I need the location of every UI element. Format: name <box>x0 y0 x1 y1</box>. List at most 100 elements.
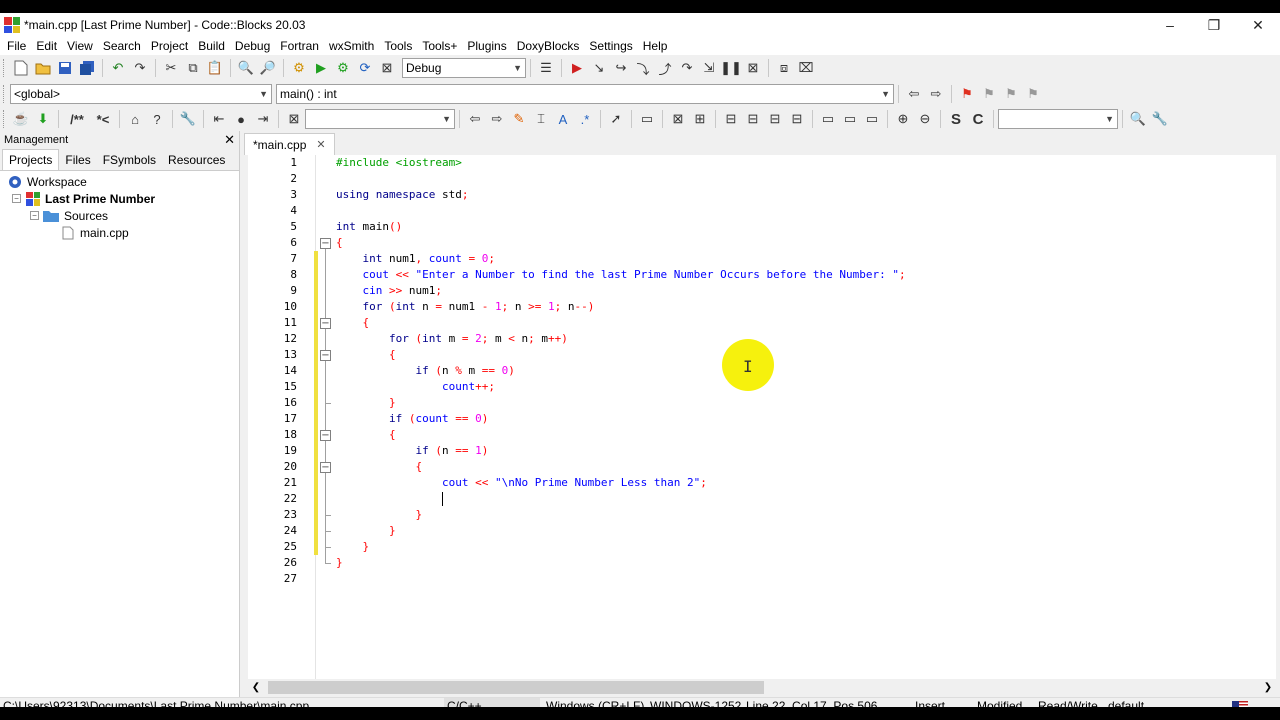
shape-e-icon[interactable]: ▭ <box>818 109 838 129</box>
search-next-icon[interactable]: ⇨ <box>487 109 507 129</box>
tab-projects[interactable]: Projects <box>2 149 60 170</box>
minimize-button[interactable]: – <box>1148 13 1192 37</box>
collapse-icon[interactable]: − <box>12 194 21 203</box>
nav-last-icon[interactable]: ⇥ <box>253 109 273 129</box>
menu-tools[interactable]: Tools <box>379 39 417 53</box>
nav-dot-icon[interactable]: ● <box>231 109 251 129</box>
run-icon[interactable]: ▶ <box>311 58 331 78</box>
menu-settings[interactable]: Settings <box>584 39 637 53</box>
s-tool-icon[interactable]: S <box>946 109 966 129</box>
save-all-icon[interactable] <box>77 58 97 78</box>
fold-toggle-icon[interactable]: − <box>320 350 331 361</box>
c-tool-icon[interactable]: C <box>968 109 988 129</box>
step-out-icon[interactable]: ⤴ <box>655 58 675 78</box>
redo-icon[interactable]: ↷ <box>130 58 150 78</box>
build-gear-icon[interactable]: ⚙ <box>289 58 309 78</box>
jump-forward-icon[interactable]: ⇨ <box>926 84 946 104</box>
block-comment-button[interactable]: /** <box>64 109 90 129</box>
abort-icon[interactable]: ⊠ <box>377 58 397 78</box>
extract-docs-icon[interactable]: ⬇ <box>33 109 53 129</box>
new-file-icon[interactable] <box>11 58 31 78</box>
scope-select[interactable]: <global> ▼ <box>10 84 272 104</box>
debug-start-icon[interactable]: ▶ <box>567 58 587 78</box>
tree-item-project[interactable]: − Last Prime Number <box>0 190 239 207</box>
shape-d-icon[interactable]: ⊟ <box>787 109 807 129</box>
horizontal-scrollbar[interactable]: ❮ ❯ <box>248 679 1276 695</box>
menu-plugins[interactable]: Plugins <box>462 39 511 53</box>
menu-edit[interactable]: Edit <box>31 39 62 53</box>
next-bookmark-icon[interactable]: ⚑ <box>1001 84 1021 104</box>
debug-windows-icon[interactable]: ⧈ <box>774 58 794 78</box>
undo-icon[interactable]: ↶ <box>108 58 128 78</box>
various-info-icon[interactable]: ⌧ <box>796 58 816 78</box>
break-debugger-icon[interactable]: ❚❚ <box>720 58 742 78</box>
menu-build[interactable]: Build <box>193 39 230 53</box>
next-instruction-icon[interactable]: ↷ <box>677 58 697 78</box>
maximize-button[interactable]: ❐ <box>1192 13 1236 37</box>
search-symbol-icon[interactable]: 🔍 <box>1128 109 1148 129</box>
tab-resources[interactable]: Resources <box>162 150 231 170</box>
search-prev-icon[interactable]: ⇦ <box>465 109 485 129</box>
step-into-icon[interactable]: ⤵ <box>633 58 653 78</box>
jump-back-icon[interactable]: ⇦ <box>904 84 924 104</box>
build-run-icon[interactable]: ⚙ <box>333 58 353 78</box>
selected-text-only-icon[interactable]: ⌶ <box>531 109 551 129</box>
open-file-icon[interactable] <box>33 58 53 78</box>
rebuild-icon[interactable]: ⟳ <box>355 58 375 78</box>
next-line-icon[interactable]: ↪ <box>611 58 631 78</box>
menu-file[interactable]: File <box>2 39 31 53</box>
incremental-search-input[interactable]: ▼ <box>305 109 455 129</box>
zoom-out-icon[interactable]: ⊖ <box>915 109 935 129</box>
copy-icon[interactable]: ⧉ <box>183 58 203 78</box>
menu-help[interactable]: Help <box>638 39 673 53</box>
tab-fsymbols[interactable]: FSymbols <box>97 150 162 170</box>
shape-rect-icon[interactable]: ▭ <box>637 109 657 129</box>
replace-icon[interactable]: 🔎 <box>258 58 278 78</box>
menu-fortran[interactable]: Fortran <box>275 39 324 53</box>
code-text[interactable]: #include <iostream> using namespace std;… <box>336 155 1276 679</box>
run-to-cursor-icon[interactable]: ↘ <box>589 58 609 78</box>
shape-f-icon[interactable]: ▭ <box>840 109 860 129</box>
menu-tools-plus[interactable]: Tools+ <box>417 39 462 53</box>
collapse-icon[interactable]: − <box>30 211 39 220</box>
find-icon[interactable]: 🔍 <box>236 58 256 78</box>
show-select-target-icon[interactable]: ☰ <box>536 58 556 78</box>
fold-toggle-icon[interactable]: − <box>320 318 331 329</box>
shape-doc-icon[interactable]: ⊞ <box>690 109 710 129</box>
shape-a-icon[interactable]: ⊟ <box>721 109 741 129</box>
toggle-bookmark-icon[interactable]: ⚑ <box>957 84 977 104</box>
tab-files[interactable]: Files <box>59 150 96 170</box>
match-case-icon[interactable]: A <box>553 109 573 129</box>
clear-search-icon[interactable]: ⊠ <box>284 109 304 129</box>
menu-doxyblocks[interactable]: DoxyBlocks <box>512 39 585 53</box>
run-html-icon[interactable]: ⌂ <box>125 109 145 129</box>
menu-debug[interactable]: Debug <box>230 39 275 53</box>
clear-bookmarks-icon[interactable]: ⚑ <box>1023 84 1043 104</box>
symbol-search-input[interactable]: ▼ <box>998 109 1118 129</box>
select-pointer-icon[interactable]: ➚ <box>606 109 626 129</box>
scroll-left-icon[interactable]: ❮ <box>248 682 264 693</box>
run-chm-icon[interactable]: ? <box>147 109 167 129</box>
doxywizard-icon[interactable]: ☕ <box>11 109 31 129</box>
menu-project[interactable]: Project <box>146 39 193 53</box>
shape-box-icon[interactable]: ⊠ <box>668 109 688 129</box>
shape-b-icon[interactable]: ⊟ <box>743 109 763 129</box>
fold-toggle-icon[interactable]: − <box>320 238 331 249</box>
scroll-thumb[interactable] <box>268 680 764 694</box>
fold-margin[interactable]: − − − − − <box>316 155 334 679</box>
stop-debugger-icon[interactable]: ⊠ <box>743 58 763 78</box>
menu-view[interactable]: View <box>62 39 98 53</box>
zoom-in-icon[interactable]: ⊕ <box>893 109 913 129</box>
tree-item-workspace[interactable]: Workspace <box>0 173 239 190</box>
close-button[interactable]: ✕ <box>1236 13 1280 37</box>
shape-c-icon[interactable]: ⊟ <box>765 109 785 129</box>
tree-item-sources[interactable]: − Sources <box>0 207 239 224</box>
configure-icon[interactable]: 🔧 <box>178 109 198 129</box>
tab-main-cpp[interactable]: *main.cpp ✕ <box>244 133 335 155</box>
step-into-instruction-icon[interactable]: ⇲ <box>699 58 719 78</box>
code-editor[interactable]: 1 2 3 4 5 6 7 8 9 10 11 12 13 14 15 16 17 18 19 20 21 22 23 24 2… <box>248 155 1276 679</box>
prev-bookmark-icon[interactable]: ⚑ <box>979 84 999 104</box>
menu-wxsmith[interactable]: wxSmith <box>324 39 379 53</box>
cut-icon[interactable]: ✂ <box>161 58 181 78</box>
nav-first-icon[interactable]: ⇤ <box>209 109 229 129</box>
